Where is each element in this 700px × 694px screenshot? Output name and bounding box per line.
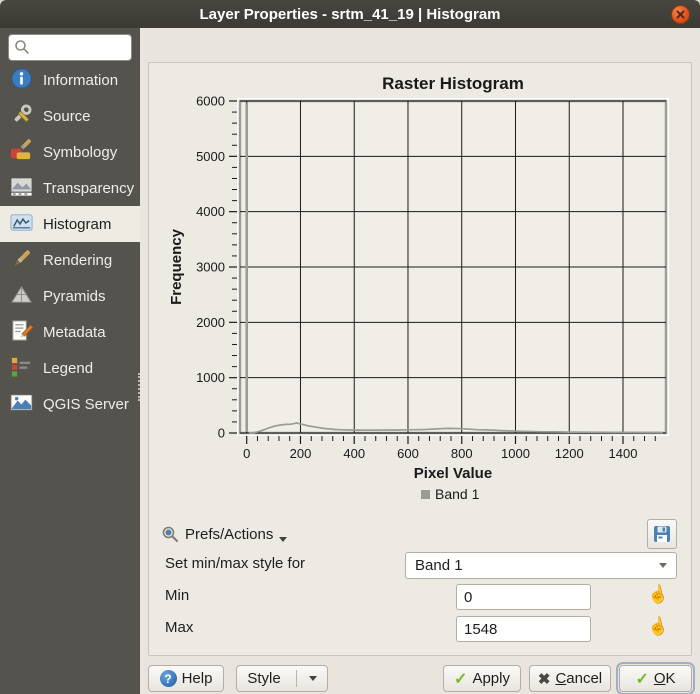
chevron-down-icon bbox=[659, 563, 667, 568]
min-label: Min bbox=[165, 587, 189, 604]
svg-text:Band 1: Band 1 bbox=[435, 486, 480, 502]
svg-text:Frequency: Frequency bbox=[168, 228, 185, 305]
transparency-icon bbox=[9, 174, 34, 203]
check-icon: ✓ bbox=[454, 669, 467, 689]
svg-text:600: 600 bbox=[397, 446, 419, 461]
svg-text:3000: 3000 bbox=[196, 260, 225, 275]
information-icon bbox=[9, 66, 34, 95]
titlebar[interactable]: Layer Properties - srtm_41_19 | Histogra… bbox=[0, 0, 700, 28]
prefs-magnifier-icon bbox=[161, 525, 179, 543]
set-minmax-label: Set min/max style for bbox=[165, 555, 305, 572]
help-button[interactable]: ? Help bbox=[148, 665, 224, 692]
close-button[interactable] bbox=[671, 5, 690, 24]
sidebar-item-qgis-server[interactable]: QGIS Server bbox=[0, 386, 140, 422]
save-histogram-button[interactable] bbox=[647, 519, 677, 549]
x-icon: ✖ bbox=[538, 670, 551, 688]
svg-text:200: 200 bbox=[290, 446, 312, 461]
sidebar-item-source[interactable]: Source bbox=[0, 98, 140, 134]
symbology-icon bbox=[9, 138, 34, 167]
band-select[interactable]: Band 1 bbox=[405, 552, 677, 579]
svg-text:1200: 1200 bbox=[555, 446, 584, 461]
histogram-panel: 0 200 400 600 800 1000 1200 1400 0 1000 2000 3000 40… bbox=[148, 62, 692, 656]
rendering-icon bbox=[9, 246, 34, 275]
sidebar-item-label: Rendering bbox=[43, 252, 112, 269]
sidebar-item-pyramids[interactable]: Pyramids bbox=[0, 278, 140, 314]
svg-text:400: 400 bbox=[343, 446, 365, 461]
svg-text:0: 0 bbox=[218, 426, 225, 441]
sidebar-item-label: Source bbox=[43, 108, 91, 125]
help-label: Help bbox=[182, 670, 213, 687]
sidebar-item-transparency[interactable]: Transparency bbox=[0, 170, 140, 206]
sidebar-item-rendering[interactable]: Rendering bbox=[0, 242, 140, 278]
svg-text:1000: 1000 bbox=[196, 370, 225, 385]
sidebar-nav: Information Source Symbology Transparenc… bbox=[0, 62, 140, 422]
sidebar-item-histogram[interactable]: Histogram bbox=[0, 206, 140, 242]
style-button[interactable]: Style bbox=[236, 665, 328, 692]
svg-text:2000: 2000 bbox=[196, 315, 225, 330]
sidebar-item-label: Histogram bbox=[43, 216, 111, 233]
layer-properties-dialog: Layer Properties - srtm_41_19 | Histogra… bbox=[0, 0, 700, 694]
save-icon bbox=[652, 524, 672, 544]
hand-pointer-icon: ☝ bbox=[646, 583, 671, 606]
sidebar-item-label: Symbology bbox=[43, 144, 117, 161]
min-input[interactable] bbox=[456, 584, 591, 610]
band-select-value: Band 1 bbox=[415, 557, 463, 574]
pyramids-icon bbox=[9, 282, 34, 311]
hand-pointer-icon: ☝ bbox=[646, 615, 671, 638]
prefs-actions-label: Prefs/Actions bbox=[185, 526, 273, 543]
legend-icon bbox=[9, 354, 34, 383]
ok-label: OK bbox=[654, 670, 676, 687]
help-icon: ? bbox=[160, 670, 177, 687]
sidebar-item-label: QGIS Server bbox=[43, 396, 129, 413]
sidebar-item-label: Legend bbox=[43, 360, 93, 377]
sidebar-item-label: Information bbox=[43, 72, 118, 89]
svg-text:0: 0 bbox=[243, 446, 250, 461]
svg-text:1000: 1000 bbox=[501, 446, 530, 461]
close-icon bbox=[675, 9, 686, 20]
sidebar-item-legend[interactable]: Legend bbox=[0, 350, 140, 386]
apply-button[interactable]: ✓ Apply bbox=[443, 665, 521, 692]
chevron-down-icon bbox=[309, 676, 317, 681]
sidebar-item-metadata[interactable]: Metadata bbox=[0, 314, 140, 350]
qgis-server-icon bbox=[9, 390, 34, 419]
window-title: Layer Properties - srtm_41_19 | Histogra… bbox=[200, 6, 501, 23]
style-label: Style bbox=[247, 670, 280, 687]
check-icon: ✓ bbox=[635, 669, 648, 689]
svg-text:5000: 5000 bbox=[196, 149, 225, 164]
svg-text:Raster Histogram: Raster Histogram bbox=[382, 74, 524, 93]
svg-text:Pixel Value: Pixel Value bbox=[414, 465, 492, 482]
sidebar-item-label: Pyramids bbox=[43, 288, 106, 305]
sidebar-splitter-handle[interactable] bbox=[138, 373, 142, 401]
max-label: Max bbox=[165, 619, 193, 636]
cancel-label: Cancel bbox=[555, 670, 602, 687]
divider bbox=[296, 670, 297, 687]
sidebar-item-label: Transparency bbox=[43, 180, 134, 197]
cancel-button[interactable]: ✖ Cancel bbox=[529, 665, 611, 692]
svg-text:800: 800 bbox=[451, 446, 473, 461]
svg-text:4000: 4000 bbox=[196, 204, 225, 219]
sidebar: Information Source Symbology Transparenc… bbox=[0, 28, 140, 694]
svg-text:1400: 1400 bbox=[609, 446, 638, 461]
min-load-button[interactable]: ☝ bbox=[645, 581, 672, 609]
raster-histogram-chart[interactable]: 0 200 400 600 800 1000 1200 1400 0 1000 2000 3000 40… bbox=[151, 69, 687, 519]
source-icon bbox=[9, 102, 34, 131]
svg-text:6000: 6000 bbox=[196, 94, 225, 109]
prefs-actions-button[interactable]: Prefs/Actions bbox=[161, 521, 287, 547]
max-load-button[interactable]: ☝ bbox=[645, 613, 672, 641]
sidebar-item-label: Metadata bbox=[43, 324, 106, 341]
chevron-down-icon bbox=[279, 537, 287, 542]
max-input[interactable] bbox=[456, 616, 591, 642]
sidebar-item-information[interactable]: Information bbox=[0, 62, 140, 98]
apply-label: Apply bbox=[472, 670, 510, 687]
ok-button[interactable]: ✓ OK bbox=[619, 665, 692, 692]
sidebar-item-symbology[interactable]: Symbology bbox=[0, 134, 140, 170]
search-icon bbox=[14, 39, 30, 55]
histogram-icon bbox=[9, 210, 34, 239]
metadata-icon bbox=[9, 318, 34, 347]
